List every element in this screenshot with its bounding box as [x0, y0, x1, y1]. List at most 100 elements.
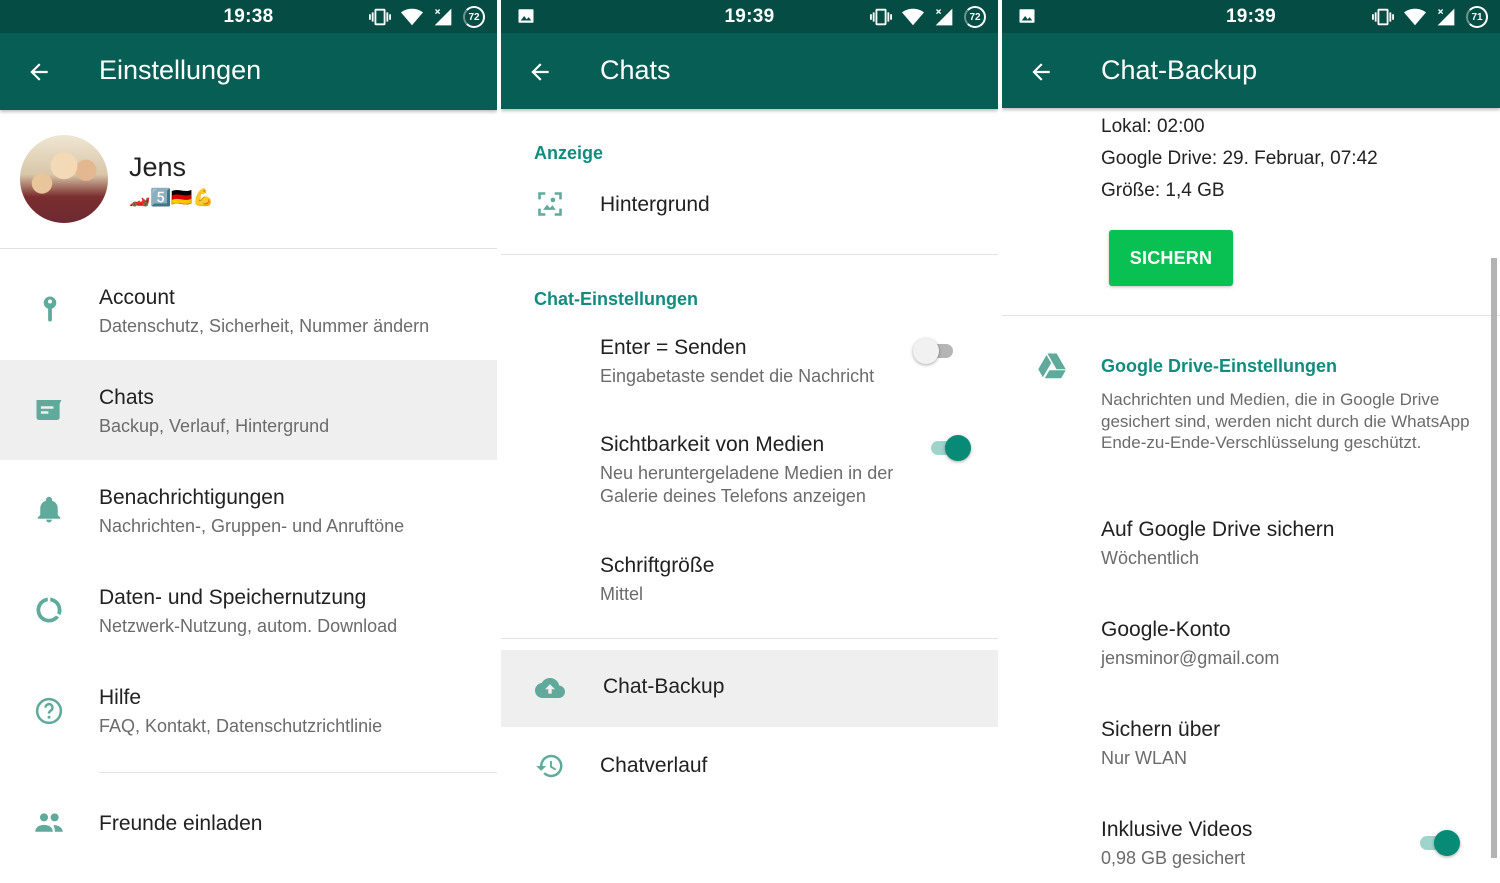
chats-settings-screen: 19:39 72 Chats Anzeige Hintergrund Chat-…: [501, 0, 998, 883]
settings-item-account[interactable]: Account Datenschutz, Sicherheit, Nummer …: [0, 260, 497, 360]
google-drive-notice: Nachrichten und Medien, die in Google Dr…: [1101, 390, 1470, 452]
app-bar: Einstellungen: [0, 33, 497, 110]
settings-item-invite-friends[interactable]: Freunde einladen: [0, 780, 497, 870]
item-value: Nur WLAN: [1101, 748, 1188, 768]
item-value: Mittel: [600, 584, 644, 604]
wifi-icon: [1404, 6, 1426, 28]
history-icon: [536, 754, 563, 778]
profile-header[interactable]: Jens 🏎️5️⃣🇩🇪💪: [0, 110, 497, 248]
enter-send-toggle[interactable]: [913, 337, 959, 365]
setting-backup-frequency[interactable]: Auf Google Drive sichern Wöchentlich: [1002, 505, 1500, 595]
item-title: Sichtbarkeit von Medien: [600, 433, 825, 456]
signal-icon: [433, 7, 453, 27]
chat-icon: [36, 400, 62, 420]
settings-item-data-storage[interactable]: Daten- und Speichernutzung Netzwerk-Nutz…: [0, 560, 497, 660]
item-subtitle: Neu heruntergeladene Medien in der: [600, 463, 894, 483]
vibrate-icon: [870, 6, 892, 28]
setting-chat-backup[interactable]: Chat-Backup: [501, 650, 998, 727]
item-title: Schriftgröße: [600, 554, 715, 577]
back-arrow-icon[interactable]: [26, 59, 52, 85]
profile-name: Jens: [129, 152, 187, 182]
setting-chat-history[interactable]: Chatverlauf: [501, 727, 998, 807]
divider: [501, 638, 998, 639]
people-icon: [35, 813, 63, 832]
page-title: Einstellungen: [99, 55, 262, 85]
last-backup-local: Lokal: 02:00: [1101, 116, 1205, 137]
settings-screen: 19:38 72 Einstellungen Jens 🏎️5️⃣🇩🇪💪 Acc…: [0, 0, 497, 883]
section-header-chat-settings: Chat-Einstellungen: [534, 289, 699, 309]
item-subtitle: FAQ, Kontakt, Datenschutzrichtlinie: [99, 716, 383, 736]
vibrate-icon: [369, 6, 391, 28]
setting-wallpaper[interactable]: Hintergrund: [501, 170, 998, 250]
scrollbar[interactable]: [1491, 258, 1497, 858]
settings-item-chats[interactable]: Chats Backup, Verlauf, Hintergrund: [0, 360, 497, 460]
setting-media-visibility[interactable]: Sichtbarkeit von Medien Neu heruntergela…: [501, 420, 998, 520]
battery-saver-icon: 72: [463, 6, 485, 28]
section-header-google-drive: Google Drive-Einstellungen: [1101, 356, 1338, 376]
signal-icon: [1436, 7, 1456, 27]
item-value: jensminor@gmail.com: [1101, 648, 1280, 668]
item-subtitle: Galerie deines Telefons anzeigen: [600, 486, 866, 506]
status-bar: 19:39 72: [501, 0, 998, 33]
data-usage-icon: [36, 597, 62, 623]
item-title: Sichern über: [1101, 718, 1221, 741]
wifi-icon: [401, 6, 423, 28]
item-title: Benachrichtigungen: [99, 486, 285, 509]
status-bar: 19:38 72: [0, 0, 497, 33]
media-visibility-toggle[interactable]: [925, 434, 971, 462]
last-backup-google-drive: Google Drive: 29. Februar, 07:42: [1101, 148, 1378, 169]
item-subtitle: Nachrichten-, Gruppen- und Anruftöne: [99, 516, 405, 536]
signal-icon: [934, 7, 954, 27]
app-bar: Chat-Backup: [1002, 33, 1500, 108]
divider: [99, 772, 497, 773]
item-title: Inklusive Videos: [1101, 818, 1253, 841]
app-bar: Chats: [501, 33, 998, 109]
settings-item-notifications[interactable]: Benachrichtigungen Nachrichten-, Gruppen…: [0, 460, 497, 560]
item-subtitle: Backup, Verlauf, Hintergrund: [99, 416, 330, 436]
setting-backup-over[interactable]: Sichern über Nur WLAN: [1002, 705, 1500, 795]
item-title: Chatverlauf: [600, 754, 708, 777]
avatar[interactable]: [20, 135, 108, 223]
wifi-icon: [902, 6, 924, 28]
back-arrow-icon[interactable]: [1028, 59, 1054, 85]
divider: [0, 248, 497, 249]
back-arrow-icon[interactable]: [527, 59, 553, 85]
item-title: Hilfe: [99, 686, 142, 709]
setting-google-account[interactable]: Google-Konto jensminor@gmail.com: [1002, 605, 1500, 695]
setting-include-videos[interactable]: Inklusive Videos 0,98 GB gesichert: [1002, 805, 1500, 883]
key-icon: [43, 296, 57, 322]
item-title: Daten- und Speichernutzung: [99, 586, 367, 609]
profile-status: 🏎️5️⃣🇩🇪💪: [129, 188, 214, 207]
setting-font-size[interactable]: Schriftgröße Mittel: [501, 540, 998, 630]
divider: [501, 254, 998, 255]
item-title: Hintergrund: [600, 193, 710, 216]
status-bar: 19:39 71: [1002, 0, 1500, 33]
settings-item-help[interactable]: Hilfe FAQ, Kontakt, Datenschutzrichtlini…: [0, 660, 497, 760]
item-title: Chat-Backup: [603, 675, 725, 698]
vibrate-icon: [1372, 6, 1394, 28]
item-subtitle: Netzwerk-Nutzung, autom. Download: [99, 616, 398, 636]
battery-saver-icon: 71: [1466, 6, 1488, 28]
battery-saver-icon: 72: [964, 6, 986, 28]
page-title: Chat-Backup: [1101, 55, 1258, 85]
page-title: Chats: [600, 55, 671, 85]
backup-size: Größe: 1,4 GB: [1101, 180, 1225, 201]
item-title: Account: [99, 286, 175, 309]
include-videos-toggle[interactable]: [1414, 829, 1460, 857]
wallpaper-icon: [538, 192, 562, 216]
item-subtitle: Datenschutz, Sicherheit, Nummer ändern: [99, 316, 430, 336]
item-subtitle: Eingabetaste sendet die Nachricht: [600, 366, 875, 386]
backup-now-button[interactable]: SICHERN: [1109, 230, 1233, 286]
bell-icon: [37, 496, 61, 523]
setting-enter-send[interactable]: Enter = Senden Eingabetaste sendet die N…: [501, 325, 998, 405]
item-title: Auf Google Drive sichern: [1101, 518, 1335, 541]
chat-backup-screen: 19:39 71 Chat-Backup Lokal: 02:00 Google…: [1002, 0, 1500, 883]
divider: [1002, 315, 1500, 316]
item-title: Google-Konto: [1101, 618, 1231, 641]
section-header-display: Anzeige: [534, 143, 604, 163]
item-title: Enter = Senden: [600, 336, 747, 359]
help-icon: [35, 697, 63, 725]
item-title: Freunde einladen: [99, 812, 263, 835]
item-title: Chats: [99, 386, 154, 409]
google-drive-icon: [1038, 353, 1066, 379]
